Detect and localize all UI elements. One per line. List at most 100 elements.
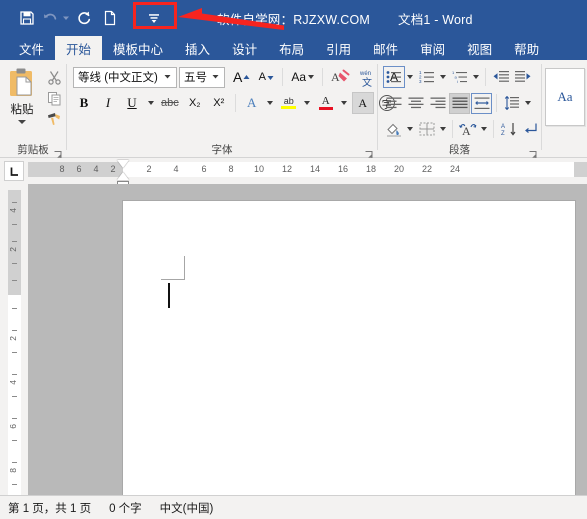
page-canvas bbox=[28, 184, 587, 495]
customize-quick-access-toolbar-icon[interactable] bbox=[141, 5, 167, 31]
font-name-dropdown-icon[interactable] bbox=[161, 71, 174, 83]
shading-dropdown-icon[interactable] bbox=[405, 119, 415, 140]
show-formatting-marks-icon[interactable] bbox=[520, 119, 544, 140]
font-color-dropdown-icon[interactable] bbox=[339, 92, 350, 114]
paragraph-dialog-launcher-icon[interactable] bbox=[528, 147, 538, 158]
font-dialog-launcher-icon[interactable] bbox=[364, 147, 374, 158]
vruler-num-4: 6 bbox=[8, 424, 18, 429]
shrink-font-arrow-icon bbox=[267, 70, 274, 84]
text-effects-caret-icon bbox=[267, 101, 274, 105]
character-shading-button[interactable]: A bbox=[351, 92, 374, 114]
vruler-tick-12 bbox=[12, 462, 17, 463]
paste-button[interactable]: 粘贴 bbox=[0, 63, 44, 124]
bold-button[interactable]: B bbox=[73, 92, 95, 114]
bullets-dropdown-icon[interactable] bbox=[405, 67, 415, 88]
subscript-button[interactable]: X₂ bbox=[184, 92, 206, 114]
font-name-combobox[interactable]: 等线 (中文正文) bbox=[73, 66, 177, 88]
decrease-indent-icon[interactable] bbox=[490, 67, 511, 88]
increase-indent-icon[interactable] bbox=[512, 67, 533, 88]
tab-layout[interactable]: 布局 bbox=[268, 36, 315, 60]
change-case-dropdown-icon[interactable] bbox=[308, 75, 315, 79]
grow-font-button[interactable]: A bbox=[230, 66, 253, 88]
italic-button[interactable]: I bbox=[97, 92, 119, 114]
change-case-button[interactable]: Aa bbox=[288, 66, 317, 88]
text-effects-label: A bbox=[247, 95, 257, 110]
status-language[interactable]: 中文(中国) bbox=[160, 500, 214, 516]
status-word-count[interactable]: 0 个字 bbox=[109, 500, 142, 516]
font-size-combobox[interactable]: 五号 bbox=[179, 66, 225, 88]
clipboard-dialog-launcher-icon[interactable] bbox=[53, 147, 63, 158]
strikethrough-button[interactable]: abc bbox=[158, 92, 182, 114]
save-icon[interactable] bbox=[14, 5, 40, 31]
clear-formatting-icon[interactable]: A bbox=[328, 66, 353, 88]
para-row1-sep bbox=[485, 68, 486, 86]
font-size-dropdown-icon[interactable] bbox=[209, 71, 222, 83]
hruler-num-7: 8 bbox=[228, 164, 234, 174]
line-spacing-icon[interactable] bbox=[501, 93, 522, 114]
first-line-indent-marker[interactable] bbox=[117, 160, 129, 168]
tab-view[interactable]: 视图 bbox=[456, 36, 503, 60]
tab-help[interactable]: 帮助 bbox=[503, 36, 550, 60]
vruler-tick-0 bbox=[12, 202, 17, 203]
vertical-ruler[interactable]: 4 2 2 4 6 8 bbox=[8, 190, 21, 495]
multilevel-list-icon[interactable]: 1 a i bbox=[449, 67, 470, 88]
tab-review[interactable]: 审阅 bbox=[409, 36, 456, 60]
copy-icon[interactable] bbox=[44, 88, 64, 108]
tab-references[interactable]: 引用 bbox=[315, 36, 362, 60]
tab-template-center[interactable]: 模板中心 bbox=[102, 36, 174, 60]
horizontal-ruler[interactable]: 8 6 4 2 2 4 6 8 10 12 14 16 18 20 22 24 bbox=[28, 158, 587, 186]
distribute-icon[interactable] bbox=[471, 92, 492, 114]
paste-dropdown-icon[interactable] bbox=[18, 120, 26, 124]
asian-layout-icon[interactable]: A bbox=[457, 119, 478, 140]
status-page-info[interactable]: 第 1 页，共 1 页 bbox=[8, 500, 91, 516]
undo-icon[interactable] bbox=[40, 5, 60, 31]
tab-home[interactable]: 开始 bbox=[55, 36, 103, 60]
text-cursor bbox=[168, 283, 170, 308]
tab-insert[interactable]: 插入 bbox=[174, 36, 221, 60]
superscript-button[interactable]: X² bbox=[208, 92, 230, 114]
document-page[interactable] bbox=[123, 201, 575, 495]
tab-mailings[interactable]: 邮件 bbox=[362, 36, 409, 60]
hanging-indent-marker[interactable] bbox=[117, 172, 129, 180]
align-right-icon[interactable] bbox=[427, 93, 448, 114]
hruler-num-6: 6 bbox=[201, 164, 207, 174]
svg-text:A: A bbox=[501, 124, 505, 130]
underline-button[interactable]: U bbox=[121, 92, 143, 114]
undo-dropdown-icon[interactable] bbox=[60, 5, 71, 31]
text-effects-dropdown-icon[interactable] bbox=[265, 92, 276, 114]
tab-design[interactable]: 设计 bbox=[221, 36, 268, 60]
shading-icon[interactable] bbox=[383, 119, 404, 140]
hruler-num-10: 14 bbox=[309, 164, 321, 174]
numbering-dropdown-icon[interactable] bbox=[438, 67, 448, 88]
asian-layout-dropdown-icon[interactable] bbox=[479, 119, 489, 140]
multilevel-list-dropdown-icon[interactable] bbox=[471, 67, 481, 88]
borders-dropdown-icon[interactable] bbox=[438, 119, 448, 140]
underline-dropdown-icon[interactable] bbox=[145, 92, 156, 114]
borders-icon[interactable] bbox=[416, 119, 437, 140]
font-color-button[interactable]: A bbox=[315, 92, 337, 114]
format-painter-icon[interactable] bbox=[44, 109, 64, 129]
style-gallery-item-normal[interactable]: Aa bbox=[545, 68, 585, 126]
svg-text:wén: wén bbox=[359, 71, 371, 77]
para-row3-sep-1 bbox=[452, 120, 453, 138]
justify-icon[interactable] bbox=[449, 92, 470, 114]
bullets-icon[interactable] bbox=[383, 67, 404, 88]
line-spacing-dropdown-icon[interactable] bbox=[523, 93, 533, 114]
asian-layout-caret-icon bbox=[481, 127, 487, 131]
numbering-icon[interactable]: 1 2 3 bbox=[416, 67, 437, 88]
text-highlight-color-button[interactable]: ab bbox=[278, 92, 300, 114]
tab-stop-selector[interactable] bbox=[0, 158, 28, 184]
cut-icon[interactable] bbox=[44, 67, 64, 87]
text-highlight-dropdown-icon[interactable] bbox=[302, 92, 313, 114]
align-center-icon[interactable] bbox=[405, 93, 426, 114]
sort-icon[interactable]: A Z bbox=[498, 119, 519, 140]
hruler-right-margin bbox=[574, 162, 587, 177]
shrink-font-button[interactable]: A bbox=[255, 66, 277, 88]
tab-file[interactable]: 文件 bbox=[8, 36, 55, 60]
vruler-tick-2 bbox=[12, 241, 17, 242]
numbering-caret-icon bbox=[440, 75, 446, 79]
new-document-icon[interactable] bbox=[97, 5, 123, 31]
redo-icon[interactable] bbox=[71, 5, 97, 31]
align-left-icon[interactable] bbox=[383, 93, 404, 114]
text-effects-button[interactable]: A bbox=[241, 92, 263, 114]
